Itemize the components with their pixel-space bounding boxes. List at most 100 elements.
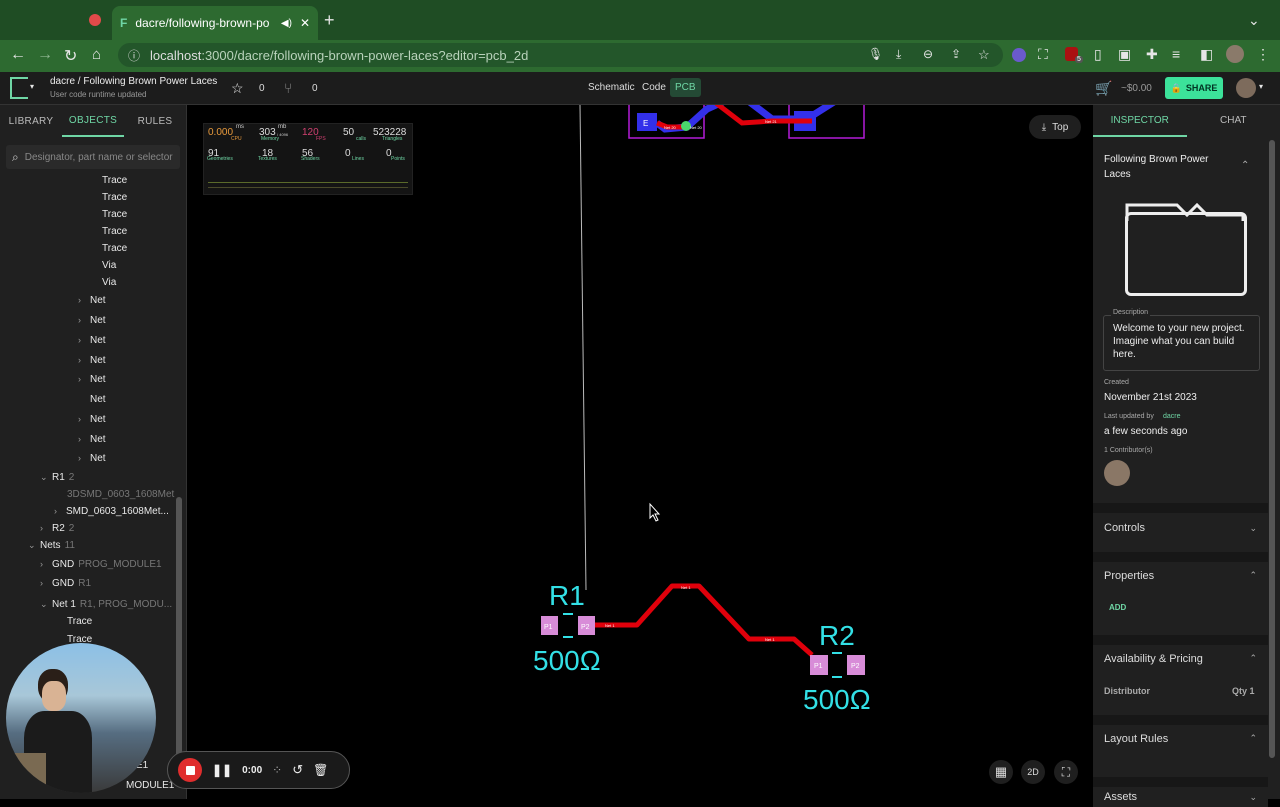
collapse-chevron-icon[interactable]: ⌄ [40, 469, 52, 486]
browser-tab[interactable]: F dacre/following-brown-po ◀) ✕ [112, 6, 318, 40]
pcb-drawing[interactable]: E Net 20 Net 20 Net 21 Net 1 Net 1 Net 1… [187, 105, 1093, 799]
expand-chevron-icon[interactable]: › [78, 450, 90, 467]
phone-icon[interactable]: ▯ [1094, 46, 1102, 63]
tree-item[interactable]: 3DSMD_0603_1608Met [67, 486, 174, 503]
view-top-button[interactable]: ⤓Top [1029, 115, 1081, 139]
zoom-icon[interactable]: ⊖ [923, 47, 933, 61]
close-tab-icon[interactable]: ✕ [300, 16, 310, 30]
expand-chevron-icon[interactable]: › [78, 312, 90, 329]
expand-chevron-icon[interactable]: › [54, 503, 66, 520]
expand-chevron-icon[interactable]: ⌄ [1249, 792, 1257, 803]
tree-item-r2[interactable]: ›R22 [40, 520, 74, 537]
media-icon[interactable]: ▣ [1118, 46, 1131, 63]
view-pcb-tab[interactable]: PCB [670, 78, 701, 97]
object-search-field[interactable]: ⌕ Designator, part name or selector [6, 145, 180, 169]
tree-item[interactable]: Trace [102, 172, 127, 189]
pcb-canvas[interactable]: E Net 20 Net 20 Net 21 Net 1 Net 1 Net 1… [187, 105, 1093, 799]
expand-chevron-icon[interactable]: › [78, 352, 90, 369]
tab-library[interactable]: LIBRARY [0, 107, 62, 136]
bookmark-star-icon[interactable]: ☆ [978, 47, 990, 63]
add-property-button[interactable]: ADD [1109, 603, 1126, 612]
site-info-icon[interactable]: ⓘ [128, 47, 140, 64]
new-tab-icon[interactable]: + [324, 10, 335, 31]
tree-item[interactable]: ›Net [78, 431, 106, 448]
updated-by-link[interactable]: dacre [1163, 413, 1181, 420]
drag-handle-icon[interactable]: ⁘ [272, 763, 282, 777]
tree-item[interactable]: Trace [102, 240, 127, 257]
reload-icon[interactable]: ↻ [64, 46, 77, 66]
user-menu-chevron-icon[interactable]: ▾ [1259, 82, 1263, 91]
tree-item[interactable]: ›Net [78, 292, 106, 309]
expand-chevron-icon[interactable]: › [78, 371, 90, 388]
expand-chevron-icon[interactable]: › [40, 575, 52, 592]
screenshot-icon[interactable]: ⛶ [1038, 46, 1048, 63]
tab-menu-chevron-icon[interactable]: ⌄ [1248, 12, 1260, 29]
tree-item-r1[interactable]: ⌄R12 [40, 469, 74, 486]
browser-menu-icon[interactable]: ⋮ [1256, 46, 1270, 63]
install-icon[interactable]: ⤓ [896, 47, 901, 62]
tree-item[interactable]: ⌄Net 1R1, PROG_MODU... [40, 596, 172, 613]
tree-item[interactable]: ›GNDR1 [40, 575, 91, 592]
expand-chevron-icon[interactable]: › [78, 332, 90, 349]
collapse-chevron-icon[interactable]: ⌄ [40, 596, 52, 613]
tree-item[interactable]: MODULE1 [126, 777, 174, 794]
tree-item[interactable]: Via [102, 257, 116, 274]
tree-item[interactable]: ›Net [78, 450, 106, 467]
assets-section[interactable]: Assets ⌄ [1093, 777, 1268, 807]
tree-item[interactable]: Trace [102, 189, 127, 206]
expand-chevron-icon[interactable]: › [40, 520, 52, 537]
tree-item[interactable]: ›SMD_0603_1608Met... [54, 503, 169, 520]
tree-item[interactable]: ›Net [78, 411, 106, 428]
fork-icon[interactable]: ⑂ [284, 80, 292, 96]
project-breadcrumb[interactable]: dacre / Following Brown Power Laces [50, 76, 217, 87]
tree-item[interactable]: ›GNDPROG_MODULE1 [40, 556, 162, 573]
tree-item[interactable]: ›Net [78, 352, 106, 369]
reading-list-icon[interactable]: ≡ [1172, 46, 1180, 62]
tab-rules[interactable]: RULES [124, 107, 186, 136]
back-icon[interactable]: ← [10, 46, 26, 64]
expand-chevron-icon[interactable]: ⌄ [1249, 523, 1257, 534]
star-icon[interactable]: ☆ [231, 80, 244, 97]
extension-icon[interactable] [1012, 48, 1026, 62]
tree-item[interactable]: ›Net [78, 332, 106, 349]
inspector-scrollbar[interactable] [1269, 140, 1275, 758]
flux-logo-icon[interactable] [10, 77, 28, 99]
user-avatar[interactable] [1236, 78, 1256, 98]
tree-item[interactable]: ›Net [78, 371, 106, 388]
profile-avatar[interactable] [1226, 45, 1244, 63]
tree-item-nets[interactable]: ⌄Nets11 [28, 537, 75, 554]
home-icon[interactable]: ⌂ [92, 46, 101, 63]
expand-chevron-icon[interactable]: › [78, 431, 90, 448]
contributor-avatar[interactable] [1104, 460, 1130, 486]
tab-inspector[interactable]: INSPECTOR [1093, 105, 1187, 137]
webcam-bubble[interactable] [6, 643, 156, 793]
tab-objects[interactable]: OBJECTS [62, 106, 124, 137]
expand-chevron-icon[interactable]: › [78, 292, 90, 309]
controls-section[interactable]: Controls ⌄ [1093, 503, 1268, 543]
collapse-chevron-icon[interactable]: ⌄ [28, 537, 40, 554]
share-button[interactable]: 🔒SHARE [1165, 77, 1223, 99]
mode-2d-button[interactable]: 2D [1021, 760, 1045, 784]
collapse-chevron-icon[interactable]: ⌃ [1241, 160, 1249, 171]
tree-item[interactable]: Trace [102, 223, 127, 240]
cart-icon[interactable]: 🛒 [1095, 80, 1112, 97]
tree-item[interactable]: Via [102, 274, 116, 291]
logo-menu-chevron-icon[interactable]: ▾ [30, 82, 34, 91]
tree-item[interactable]: ›Net [78, 312, 106, 329]
left-scrollbar[interactable] [176, 497, 182, 757]
collapse-chevron-icon[interactable]: ⌃ [1249, 733, 1257, 744]
view-schematic-tab[interactable]: Schematic [588, 82, 635, 93]
fullscreen-button[interactable]: ⛶ [1054, 760, 1078, 784]
expand-chevron-icon[interactable]: › [78, 411, 90, 428]
forward-icon[interactable]: → [37, 46, 53, 64]
speaker-icon[interactable]: ◀) [281, 18, 292, 29]
delete-icon[interactable]: 🗑 [313, 763, 328, 777]
pause-icon[interactable]: ❚❚ [212, 763, 232, 777]
mic-icon[interactable]: 🎙 [868, 47, 883, 61]
tree-item[interactable]: Net [90, 391, 106, 408]
side-panel-icon[interactable]: ◧ [1200, 46, 1213, 63]
tree-item[interactable]: Trace [67, 613, 92, 630]
collapse-chevron-icon[interactable]: ⌃ [1249, 570, 1257, 581]
address-bar[interactable]: ⓘ localhost:3000/dacre/following-brown-p… [118, 43, 1003, 67]
collapse-chevron-icon[interactable]: ⌃ [1249, 653, 1257, 664]
